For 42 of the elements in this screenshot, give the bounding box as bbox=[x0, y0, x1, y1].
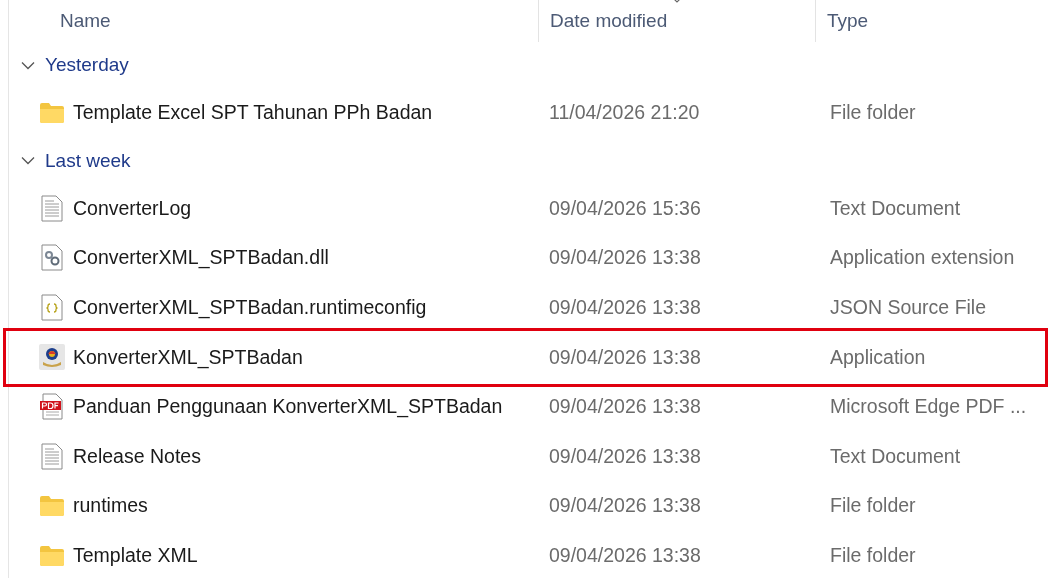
file-name[interactable]: Panduan Penggunaan KonverterXML_SPTBadan bbox=[73, 395, 503, 419]
file-name[interactable]: KonverterXML_SPTBadan bbox=[73, 345, 303, 369]
column-header[interactable]: Date modified bbox=[550, 10, 668, 32]
braces-document-icon bbox=[40, 294, 63, 322]
file-type: File folder bbox=[830, 494, 917, 518]
date-modified: 09/04/2026 15:36 bbox=[549, 196, 702, 220]
file-name[interactable]: runtimes bbox=[73, 494, 148, 518]
date-modified: 09/04/2026 13:38 bbox=[549, 246, 702, 270]
file-type: Microsoft Edge PDF ... bbox=[830, 395, 1028, 419]
group-header[interactable]: Last week bbox=[45, 149, 131, 172]
emblem-icon bbox=[38, 344, 65, 371]
date-modified: 09/04/2026 13:38 bbox=[549, 494, 702, 518]
date-modified: 09/04/2026 13:38 bbox=[549, 296, 702, 320]
folder-icon bbox=[38, 101, 65, 124]
date-modified: 09/04/2026 13:38 bbox=[549, 345, 702, 369]
file-name[interactable]: Template Excel SPT Tahunan PPh Badan bbox=[73, 101, 433, 125]
file-type: File folder bbox=[830, 544, 917, 568]
file-type: JSON Source File bbox=[830, 296, 988, 320]
file-name[interactable]: ConverterLog bbox=[73, 196, 192, 220]
date-modified: 09/04/2026 13:38 bbox=[549, 444, 702, 468]
folder-icon bbox=[38, 544, 65, 567]
file-name[interactable]: ConverterXML_SPTBadan.dll bbox=[73, 246, 329, 270]
document-icon bbox=[40, 194, 63, 222]
document-icon bbox=[40, 442, 63, 470]
file-type: Application extension bbox=[830, 246, 1016, 270]
file-type: Text Document bbox=[830, 444, 962, 468]
date-modified: 09/04/2026 13:38 bbox=[549, 395, 702, 419]
file-name[interactable]: ConverterXML_SPTBadan.runtimeconfig bbox=[73, 296, 427, 320]
chevron-icon[interactable] bbox=[21, 60, 35, 70]
column-header[interactable]: Type bbox=[827, 10, 869, 32]
chevron-icon[interactable] bbox=[21, 156, 35, 166]
column-header[interactable]: Name bbox=[60, 10, 111, 32]
file-type: Application bbox=[830, 345, 927, 369]
file-name[interactable]: Template XML bbox=[73, 544, 198, 568]
date-modified: 11/04/2026 21:20 bbox=[549, 101, 701, 125]
date-modified: 09/04/2026 13:38 bbox=[549, 544, 702, 568]
file-name[interactable]: Release Notes bbox=[73, 444, 201, 468]
folder-icon bbox=[38, 494, 65, 517]
file-type: Text Document bbox=[830, 196, 962, 220]
pdf-icon bbox=[39, 393, 64, 421]
file-type: File folder bbox=[830, 101, 917, 125]
group-header[interactable]: Yesterday bbox=[45, 54, 129, 76]
